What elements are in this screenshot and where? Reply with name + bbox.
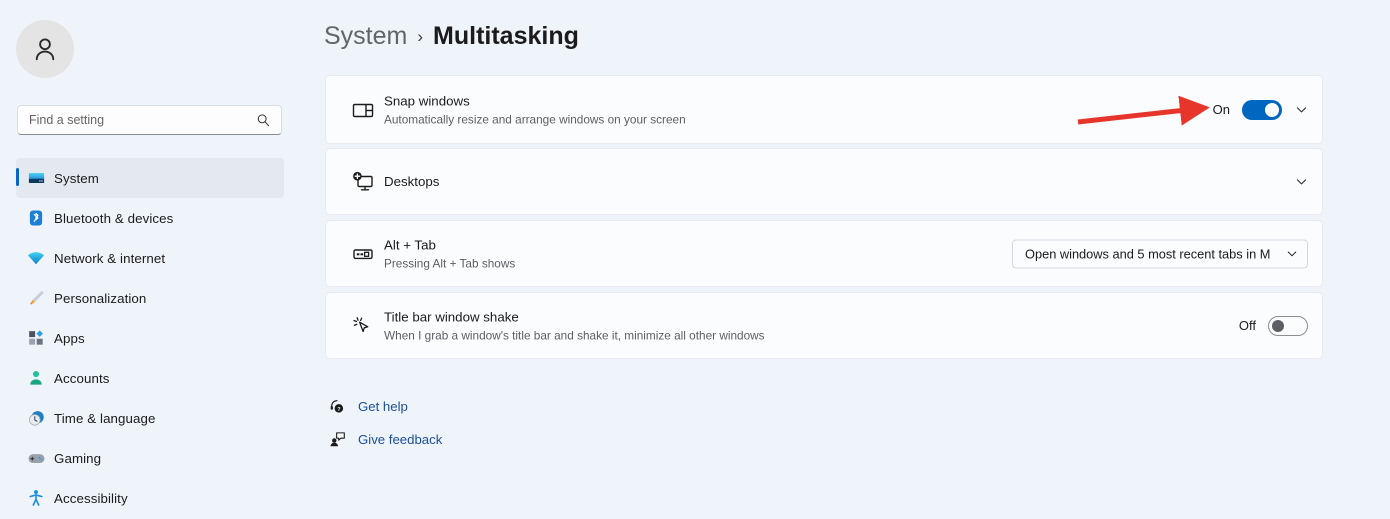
setting-subtitle: Pressing Alt + Tab shows bbox=[384, 256, 516, 270]
accessibility-person-icon bbox=[26, 488, 46, 508]
chevron-right-icon: › bbox=[417, 26, 424, 46]
avatar[interactable] bbox=[16, 20, 74, 78]
snap-windows-toggle[interactable] bbox=[1242, 99, 1282, 120]
setting-card-text: Snap windows Automatically resize and ar… bbox=[384, 92, 686, 127]
setting-card-snap-windows[interactable]: Snap windows Automatically resize and ar… bbox=[325, 75, 1323, 144]
sidebar-nav: System Bluetooth & devices Network & int… bbox=[0, 158, 300, 518]
sidebar-item-accessibility[interactable]: Accessibility bbox=[16, 478, 284, 518]
gamepad-icon bbox=[26, 448, 46, 468]
setting-subtitle: When I grab a window's title bar and sha… bbox=[384, 328, 765, 342]
setting-title: Alt + Tab bbox=[384, 237, 436, 252]
sidebar-item-apps[interactable]: Apps bbox=[16, 318, 284, 358]
wifi-icon bbox=[26, 248, 46, 268]
give-feedback-link[interactable]: Give feedback bbox=[328, 423, 442, 456]
sidebar-item-label: System bbox=[54, 170, 99, 186]
clock-globe-icon bbox=[26, 408, 46, 428]
setting-card-desktops[interactable]: Desktops bbox=[325, 148, 1323, 215]
setting-title: Snap windows bbox=[384, 93, 470, 108]
sidebar-item-label: Apps bbox=[54, 330, 85, 346]
cursor-shake-icon bbox=[350, 313, 376, 339]
footer-links: ? Get help Give feedback bbox=[328, 390, 442, 456]
bluetooth-icon bbox=[26, 208, 46, 228]
monitor-icon bbox=[26, 168, 46, 188]
chevron-down-icon[interactable] bbox=[1294, 103, 1308, 117]
search-icon[interactable] bbox=[256, 113, 281, 128]
main-content: System › Multitasking Snap windows Autom… bbox=[324, 0, 1390, 519]
alt-tab-dropdown-value: Open windows and 5 most recent tabs in M bbox=[1025, 246, 1271, 261]
setting-title: Title bar window shake bbox=[384, 309, 519, 324]
sidebar-item-network-internet[interactable]: Network & internet bbox=[16, 238, 284, 278]
snap-layout-icon bbox=[350, 97, 376, 123]
setting-controls bbox=[1294, 175, 1308, 189]
page-title: Multitasking bbox=[433, 22, 579, 50]
chevron-down-icon[interactable] bbox=[1294, 175, 1308, 189]
desktop-add-icon bbox=[350, 169, 376, 195]
search-box[interactable] bbox=[17, 105, 282, 135]
sidebar-item-label: Accounts bbox=[54, 370, 110, 386]
setting-card-title-bar-window-shake[interactable]: Title bar window shake When I grab a win… bbox=[325, 292, 1323, 359]
setting-card-alt-tab[interactable]: Alt + Tab Pressing Alt + Tab shows Open … bbox=[325, 220, 1323, 287]
settings-window: System Bluetooth & devices bbox=[0, 0, 1390, 519]
setting-controls: Off bbox=[1238, 315, 1308, 336]
setting-controls: On bbox=[1212, 99, 1308, 120]
sidebar: System Bluetooth & devices bbox=[0, 0, 300, 519]
sidebar-item-bluetooth-devices[interactable]: Bluetooth & devices bbox=[16, 198, 284, 238]
alt-tab-keyboard-icon bbox=[350, 241, 376, 267]
give-feedback-label: Give feedback bbox=[358, 432, 443, 447]
account-person-icon bbox=[26, 368, 46, 388]
snap-windows-toggle-label: On bbox=[1212, 102, 1230, 117]
sidebar-item-personalization[interactable]: Personalization bbox=[16, 278, 284, 318]
toggle-knob bbox=[1265, 102, 1279, 117]
sidebar-item-label: Gaming bbox=[54, 450, 102, 466]
setting-title: Desktops bbox=[384, 173, 440, 189]
sidebar-item-label: Time & language bbox=[54, 410, 156, 426]
sidebar-item-label: Bluetooth & devices bbox=[54, 210, 174, 226]
person-icon bbox=[35, 38, 55, 61]
setting-controls: Open windows and 5 most recent tabs in M bbox=[1012, 239, 1308, 268]
setting-card-text: Title bar window shake When I grab a win… bbox=[384, 308, 765, 343]
title-bar-shake-toggle-label: Off bbox=[1238, 318, 1256, 333]
sidebar-item-time-language[interactable]: Time & language bbox=[16, 398, 284, 438]
toggle-knob bbox=[1272, 319, 1284, 332]
sidebar-item-label: Accessibility bbox=[54, 490, 128, 506]
help-headset-icon: ? bbox=[328, 398, 346, 416]
chevron-down-icon bbox=[1285, 247, 1299, 261]
search-input[interactable] bbox=[18, 113, 256, 127]
sidebar-item-accounts[interactable]: Accounts bbox=[16, 358, 284, 398]
paintbrush-icon bbox=[26, 288, 46, 308]
apps-grid-icon bbox=[26, 328, 46, 348]
feedback-person-icon bbox=[328, 431, 346, 449]
get-help-link[interactable]: ? Get help bbox=[328, 390, 442, 423]
sidebar-item-label: Personalization bbox=[54, 290, 147, 306]
sidebar-item-system[interactable]: System bbox=[16, 158, 284, 198]
get-help-label: Get help bbox=[358, 399, 408, 414]
setting-subtitle: Automatically resize and arrange windows… bbox=[384, 112, 686, 126]
breadcrumb-parent[interactable]: System bbox=[324, 22, 407, 51]
breadcrumb: System › Multitasking bbox=[324, 22, 579, 51]
alt-tab-dropdown[interactable]: Open windows and 5 most recent tabs in M bbox=[1012, 239, 1308, 268]
setting-card-text: Desktops bbox=[384, 173, 439, 191]
setting-card-text: Alt + Tab Pressing Alt + Tab shows bbox=[384, 236, 515, 271]
sidebar-item-label: Network & internet bbox=[54, 250, 166, 266]
sidebar-item-gaming[interactable]: Gaming bbox=[16, 438, 284, 478]
title-bar-shake-toggle[interactable] bbox=[1268, 315, 1308, 336]
